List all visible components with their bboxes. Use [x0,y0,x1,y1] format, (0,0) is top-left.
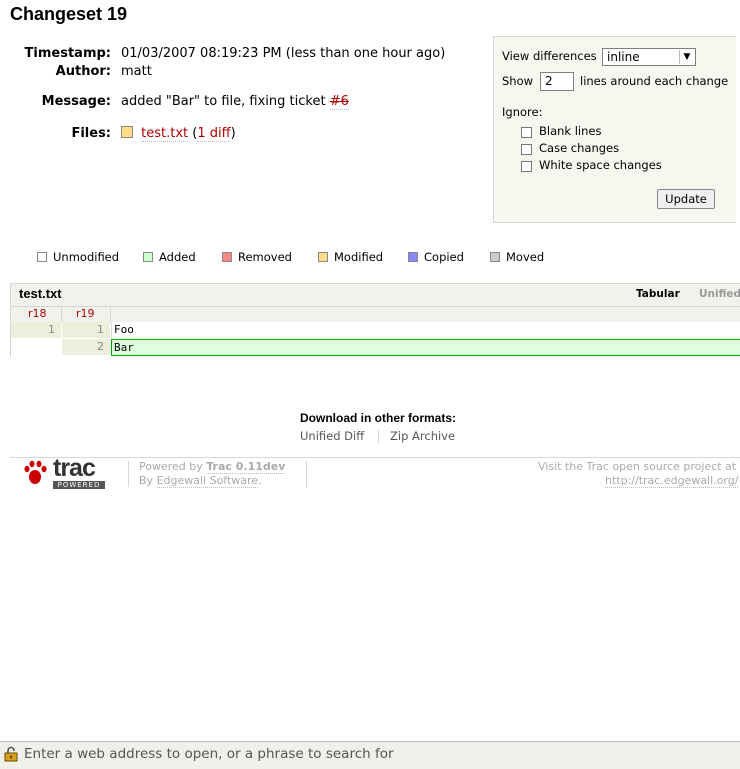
legend-copied-swatch [408,252,418,262]
legend-copied-label: Copied [424,250,464,264]
lock-icon [4,746,18,762]
file-link[interactable]: test.txt [141,126,189,142]
timestamp-label: Timestamp: [24,46,111,61]
address-input[interactable]: Enter a web address to open, or a phrase… [24,746,394,762]
view-differences-select[interactable]: inline ▼ [602,48,696,66]
ticket-link[interactable]: #6 [329,94,349,110]
by-edgewall-line: By Edgewall Software. [139,474,262,488]
ignore-label: Ignore: [502,105,543,119]
edgewall-link[interactable]: Edgewall Software [156,474,259,488]
legend-moved-label: Moved [506,250,545,264]
legend-modified-swatch [318,252,328,262]
author-value: matt [121,64,152,79]
page-title: Changeset 19 [10,4,128,24]
diff-table: test.txt Tabular Unified r18 r19 1 1 Foo… [10,283,740,357]
modified-file-icon [121,126,133,138]
powered-by-line: Powered by Trac 0.11dev [139,460,286,474]
diff-file-name: test.txt [19,286,62,301]
period: . [258,474,262,487]
trac-version-link[interactable]: Trac 0.11dev [206,460,286,474]
unified-diff-download-link[interactable]: Unified Diff [300,429,364,443]
diff-line-text: Foo [111,322,740,338]
legend-modified-label: Modified [334,250,384,264]
context-suffix-label: lines around each change [580,74,729,88]
download-formats-title: Download in other formats: [300,411,456,425]
ignore-whitespace-checkbox[interactable] [521,161,532,172]
trac-logo-text: trac [53,454,96,482]
download-separator [378,430,379,443]
file-diff-link[interactable]: 1 diff [197,126,231,142]
unified-view-link[interactable]: Unified [699,288,740,300]
context-lines-input[interactable]: 2 [540,72,574,91]
diff-line-row: 2 Bar [11,339,740,356]
address-bar[interactable]: Enter a web address to open, or a phrase… [0,741,740,769]
new-line-number: 1 [62,322,110,338]
legend-moved-swatch [490,252,500,262]
ignore-blank-lines-checkbox[interactable] [521,127,532,138]
view-differences-label: View differences [502,49,597,63]
tabular-view-link[interactable]: Tabular [636,288,680,300]
trac-logo[interactable]: trac POWERED [23,454,107,491]
diff-column-header: r18 r19 [11,306,740,322]
files-value: test.txt (1 diff) [121,126,236,142]
diff-close-paren: ) [230,126,236,141]
diff-header: test.txt Tabular Unified [11,284,740,306]
by-label: By [139,474,154,487]
view-differences-value: inline [607,50,640,64]
zip-archive-download-link[interactable]: Zip Archive [390,429,455,443]
diff-options-panel: View differences inline ▼ Show 2 lines a… [493,36,736,223]
trac-website-link[interactable]: http://trac.edgewall.org/ [605,474,739,488]
legend-unmodified-swatch [37,252,47,262]
diff-line-text-added: Bar [111,339,740,356]
trac-logo-powered: POWERED [53,481,105,489]
footer-separator [128,461,129,487]
ignore-case-changes-checkbox[interactable] [521,144,532,155]
new-line-number: 2 [62,339,110,355]
show-label: Show [502,74,534,88]
powered-by-label: Powered by [139,460,203,473]
update-button[interactable]: Update [657,189,715,209]
files-label: Files: [71,126,111,141]
new-revision-label[interactable]: r19 [76,307,95,320]
diff-line-row: 1 1 Foo [11,322,740,338]
legend-added-swatch [143,252,153,262]
footer-divider [10,457,740,458]
ignore-case-changes-label: Case changes [539,141,620,155]
ignore-blank-lines-label: Blank lines [539,124,602,138]
legend-removed-swatch [222,252,232,262]
timestamp-value: 01/03/2007 08:19:23 PM (less than one ho… [121,46,446,61]
message-label: Message: [41,94,111,109]
message-value: added "Bar" to file, fixing ticket #6 [121,94,349,110]
message-text: added "Bar" to file, fixing ticket [121,94,326,109]
legend-removed-label: Removed [238,250,292,264]
legend-unmodified-label: Unmodified [53,250,120,264]
footer-separator [306,461,307,487]
ignore-whitespace-label: White space changes [539,158,662,172]
author-label: Author: [55,64,111,79]
old-line-number: 1 [11,322,61,338]
visit-trac-text: Visit the Trac open source project at [538,460,737,473]
old-revision-label[interactable]: r18 [28,307,47,320]
chevron-down-icon[interactable]: ▼ [679,50,694,64]
legend-added-label: Added [159,250,196,264]
